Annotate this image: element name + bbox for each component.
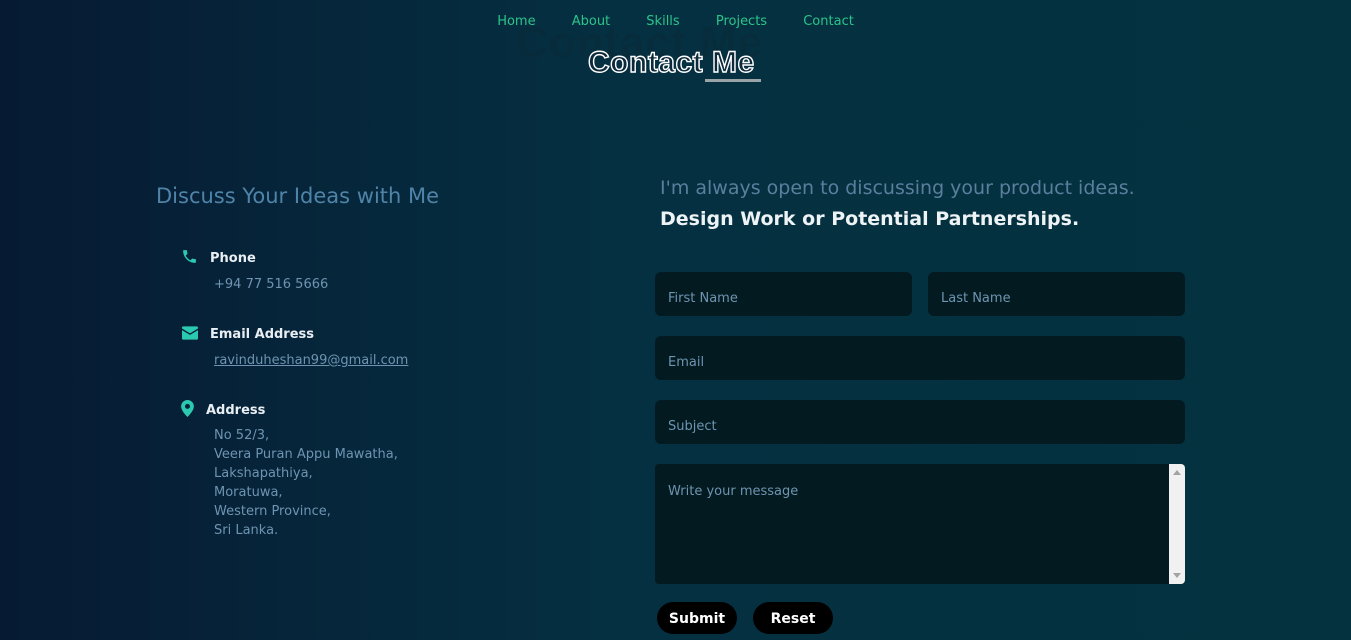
email-value: ravinduheshan99@gmail.com bbox=[214, 351, 408, 370]
submit-button[interactable]: Submit bbox=[657, 602, 737, 634]
form-intro-text: I'm always open to discussing your produ… bbox=[660, 177, 1135, 199]
phone-value: +94 77 516 5666 bbox=[214, 277, 329, 292]
nav-contact-link[interactable]: Contact bbox=[803, 14, 854, 29]
page-title: Contact Me bbox=[587, 45, 755, 79]
address-line: Moratuwa, bbox=[214, 485, 283, 500]
contact-info-heading: Discuss Your Ideas with Me bbox=[156, 184, 440, 208]
phone-icon bbox=[181, 248, 198, 269]
address-line: Western Province, bbox=[214, 504, 331, 519]
email-label: Email Address bbox=[210, 327, 315, 342]
reset-button[interactable]: Reset bbox=[753, 602, 833, 634]
address-value: No 52/3, Veera Puran Appu Mawatha, Laksh… bbox=[214, 426, 398, 540]
first-name-input[interactable] bbox=[655, 272, 912, 316]
message-textarea[interactable] bbox=[655, 464, 1169, 584]
envelope-icon bbox=[182, 325, 198, 344]
last-name-input[interactable] bbox=[928, 272, 1185, 316]
form-intro-heading: Design Work or Potential Partnerships. bbox=[660, 208, 1080, 230]
address-line: No 52/3, bbox=[214, 428, 270, 443]
map-pin-icon bbox=[181, 400, 194, 421]
address-line: Sri Lanka. bbox=[214, 523, 279, 538]
email-link[interactable]: ravinduheshan99@gmail.com bbox=[214, 353, 408, 368]
scroll-down-arrow-icon[interactable] bbox=[1173, 573, 1181, 578]
message-field bbox=[655, 464, 1185, 584]
subject-input[interactable] bbox=[655, 400, 1185, 444]
email-input[interactable] bbox=[655, 336, 1185, 380]
scroll-up-arrow-icon[interactable] bbox=[1173, 470, 1181, 475]
address-label: Address bbox=[206, 403, 266, 418]
phone-label: Phone bbox=[210, 251, 256, 266]
address-line: Veera Puran Appu Mawatha, bbox=[214, 447, 398, 462]
message-scrollbar[interactable] bbox=[1169, 464, 1185, 584]
title-underline bbox=[705, 79, 761, 82]
address-line: Lakshapathiya, bbox=[214, 466, 313, 481]
